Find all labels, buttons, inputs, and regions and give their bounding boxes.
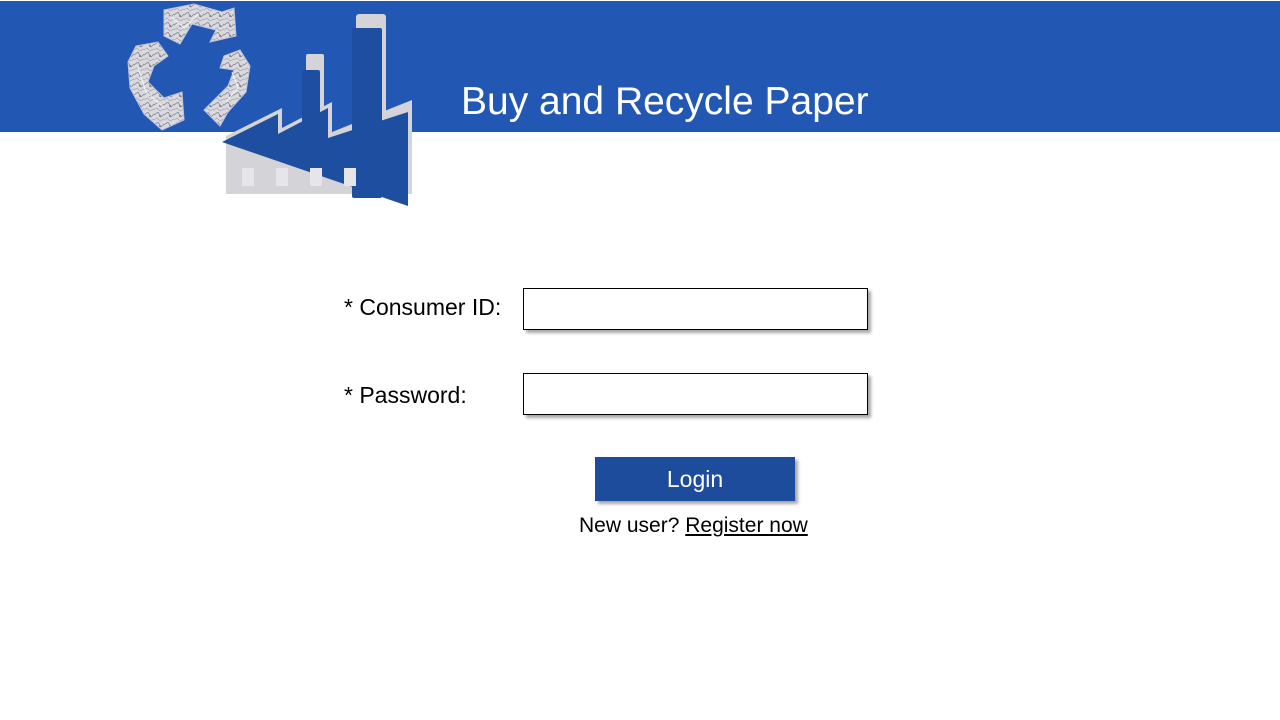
password-input[interactable] [523,373,868,415]
register-now-link[interactable]: Register now [685,514,808,537]
password-label: * Password: [344,382,467,408]
login-page: Buy and Recycle Paper * Consumer ID: * P… [0,0,1280,720]
login-button[interactable]: Login [595,457,795,501]
register-prompt-row: New user? Register now [579,512,808,540]
new-user-text: New user? [579,514,680,537]
factory-icon [222,14,412,206]
page-title: Buy and Recycle Paper [461,80,869,123]
consumer-id-input[interactable] [523,288,868,330]
consumer-id-label: * Consumer ID: [344,294,502,320]
